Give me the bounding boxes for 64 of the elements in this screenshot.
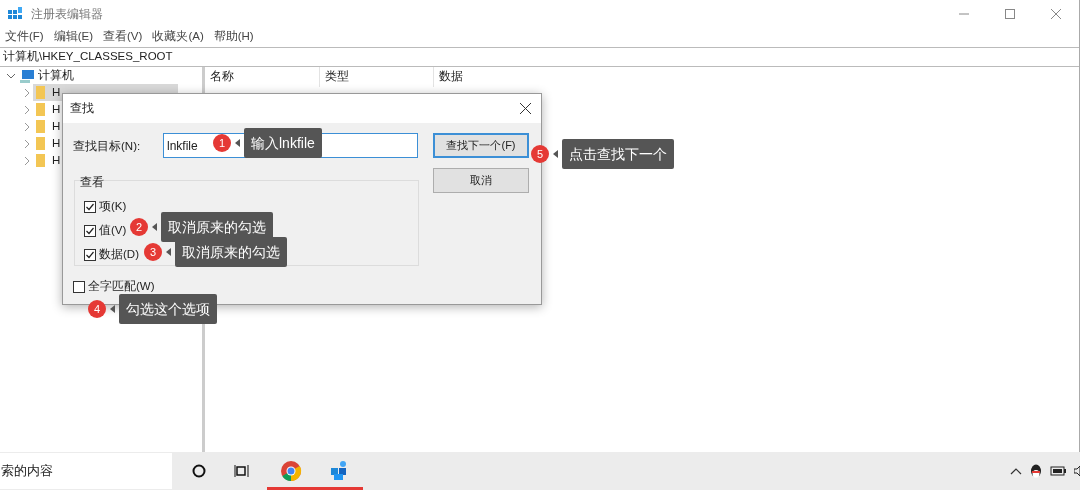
group-title: 查看: [80, 175, 104, 190]
app-icon: [8, 6, 23, 22]
battery-icon[interactable]: [1050, 466, 1066, 476]
callout-label: 输入lnkfile: [244, 128, 322, 158]
callout-label: 勾选这个选项: [119, 294, 217, 324]
circle-icon[interactable]: [191, 464, 206, 478]
step-badge: 5: [531, 145, 549, 163]
pointer-icon: [553, 150, 558, 158]
tree-item[interactable]: H: [52, 100, 61, 119]
expand-icon[interactable]: [22, 87, 32, 98]
column-header[interactable]: 名称: [205, 67, 320, 87]
expand-icon[interactable]: [22, 138, 32, 149]
maximize-icon: [1005, 9, 1015, 19]
pointer-icon: [110, 305, 115, 313]
checkbox-label[interactable]: 项(K): [99, 198, 127, 216]
checkbox[interactable]: [84, 248, 96, 261]
close-button[interactable]: [519, 102, 531, 115]
search-box[interactable]: 索的内容: [0, 453, 172, 489]
tree-item[interactable]: H: [52, 117, 61, 136]
tree-item[interactable]: H: [52, 83, 61, 102]
menu-item[interactable]: 收藏夹(A): [152, 28, 204, 46]
dialog-title: 查找: [70, 100, 94, 116]
computer-icon: [20, 69, 34, 83]
tree-item[interactable]: H: [52, 134, 61, 153]
tree-item[interactable]: 计算机: [38, 67, 74, 85]
menu-item[interactable]: 文件(F): [5, 28, 44, 46]
checkbox-label[interactable]: 全字匹配(W): [88, 278, 155, 296]
folder-icon: [36, 154, 45, 167]
pointer-icon: [152, 223, 157, 231]
column-header[interactable]: 数据: [434, 67, 734, 87]
menu-item[interactable]: 编辑(E): [53, 28, 94, 46]
callout-label: 取消原来的勾选: [175, 237, 287, 267]
menu-item[interactable]: 查看(V): [103, 28, 143, 46]
find-label: 查找目标(N):: [73, 139, 141, 154]
column-header[interactable]: 类型: [320, 67, 434, 87]
task-view-icon[interactable]: [234, 464, 250, 478]
chevron-up-icon[interactable]: [1010, 467, 1022, 475]
close-icon: [1051, 9, 1061, 19]
checkbox[interactable]: [84, 224, 96, 237]
folder-icon: [36, 120, 45, 133]
collapse-icon[interactable]: [6, 71, 16, 81]
folder-icon: [36, 86, 45, 99]
address-bar[interactable]: 计算机\HKEY_CLASSES_ROOT: [0, 47, 1079, 67]
folder-icon: [36, 137, 45, 150]
pointer-icon: [235, 139, 240, 147]
checkbox[interactable]: [73, 280, 85, 293]
find-next-button[interactable]: 查找下一个(F): [433, 133, 529, 158]
expand-icon[interactable]: [22, 155, 32, 166]
folder-icon: [36, 103, 45, 116]
menu-item[interactable]: 帮助(H): [213, 28, 254, 46]
cancel-button[interactable]: 取消: [433, 168, 529, 193]
step-badge: 4: [88, 300, 106, 318]
checkbox[interactable]: [84, 200, 96, 213]
checkbox-label[interactable]: 值(V): [99, 222, 127, 240]
expand-icon[interactable]: [22, 104, 32, 115]
expand-icon[interactable]: [22, 121, 32, 132]
pointer-icon: [166, 248, 171, 256]
speaker-icon[interactable]: [1074, 465, 1080, 477]
callout-label: 点击查找下一个: [562, 139, 674, 169]
penguin-icon[interactable]: [1030, 463, 1042, 479]
tree-item[interactable]: H: [52, 151, 61, 170]
checkbox-label[interactable]: 数据(D): [99, 246, 139, 264]
browser-icon[interactable]: [280, 460, 302, 482]
window-title: 注册表编辑器: [31, 6, 103, 23]
